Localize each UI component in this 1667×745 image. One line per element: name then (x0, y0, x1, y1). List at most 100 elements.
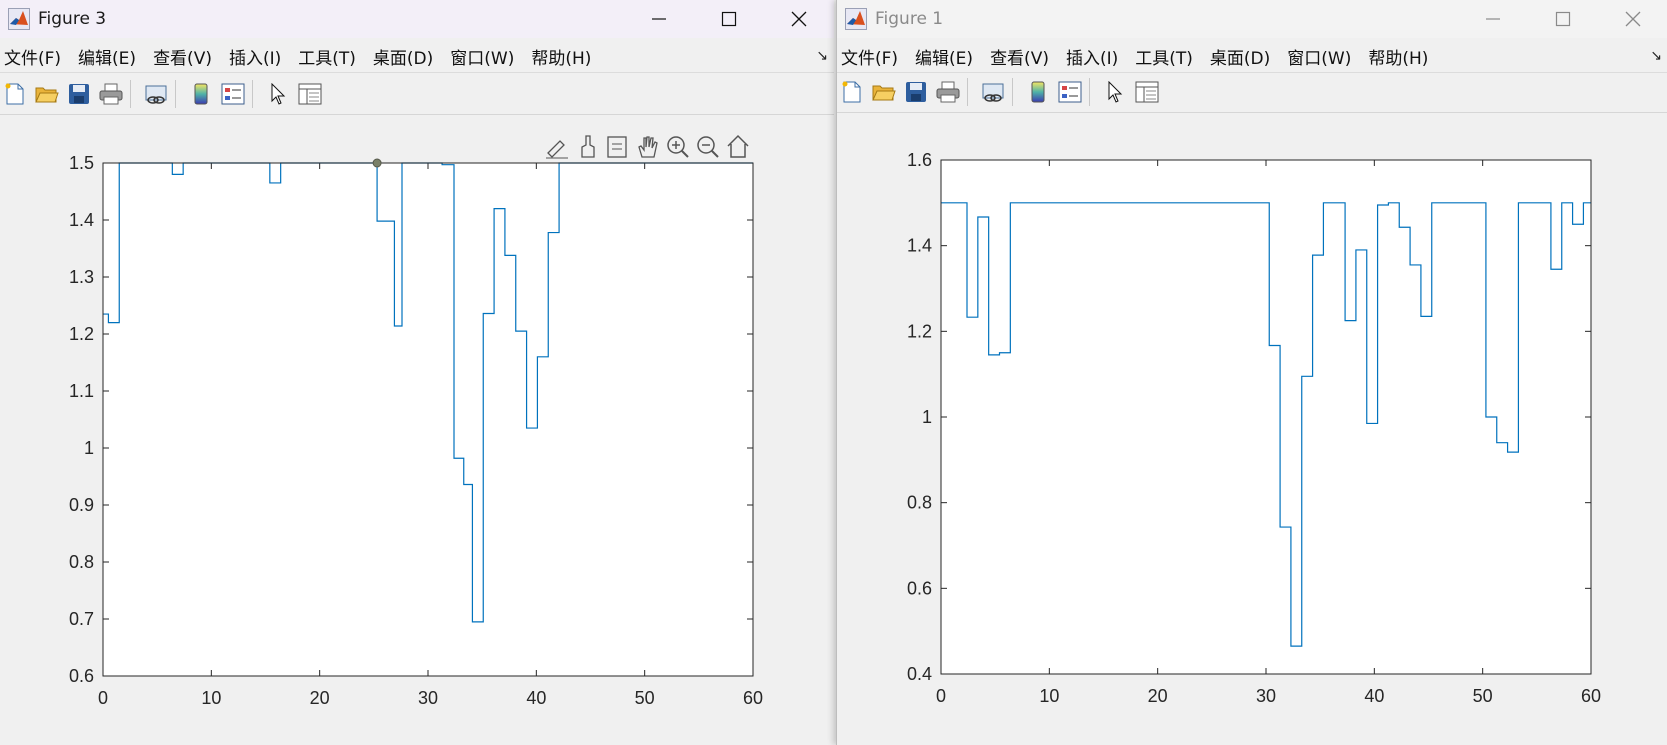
insert-legend-button[interactable] (220, 81, 246, 107)
insert-colorbar-button[interactable] (1025, 79, 1051, 105)
x-tick-label: 20 (1148, 686, 1168, 706)
data-brush-icon[interactable] (581, 135, 595, 158)
x-tick-label: 50 (1473, 686, 1493, 706)
open-file-button[interactable] (34, 81, 60, 107)
menu-view[interactable]: 查看(V) (153, 44, 212, 69)
new-file-icon (5, 83, 24, 105)
toolbar-separator (175, 80, 176, 108)
datatip-marker[interactable] (372, 158, 382, 168)
colorbar-icon (194, 83, 208, 105)
menu-desktop[interactable]: 桌面(D) (373, 44, 433, 69)
new-figure-button[interactable] (839, 79, 865, 105)
insert-colorbar-button[interactable] (188, 81, 214, 107)
y-tick-label: 0.7 (69, 609, 94, 629)
save-button[interactable] (903, 79, 929, 105)
new-file-icon (842, 81, 861, 103)
brush-edit-icon[interactable] (546, 140, 568, 159)
menu-tools[interactable]: 工具(T) (298, 44, 356, 69)
figure-toolbar (0, 74, 834, 115)
link-plot-button[interactable] (143, 81, 169, 107)
toolbar-separator (1012, 78, 1013, 106)
link-icon (145, 85, 167, 104)
maximize-button[interactable] (694, 0, 764, 38)
y-tick-label: 1.1 (69, 381, 94, 401)
figure1-window: Figure 1 文件(F) 编辑(E) 查看(V) 插入(I) 工具(T) 桌… (836, 0, 1667, 745)
menu-insert[interactable]: 插入(I) (1066, 44, 1118, 69)
toolbar-separator (252, 80, 253, 108)
y-tick-label: 0.4 (907, 664, 932, 684)
y-tick-label: 0.8 (907, 493, 932, 513)
menu-window[interactable]: 窗口(W) (1287, 44, 1351, 69)
pointer-icon (271, 83, 286, 105)
x-tick-label: 10 (1039, 686, 1059, 706)
menu-window[interactable]: 窗口(W) (450, 44, 514, 69)
figure3-window: Figure 3 文件(F) 编辑(E) 查看(V) 插入(I) 工具(T) 桌… (0, 0, 834, 745)
y-tick-label: 1 (84, 438, 94, 458)
legend-icon (221, 83, 245, 105)
edit-plot-button[interactable] (1102, 79, 1128, 105)
print-button[interactable] (935, 79, 961, 105)
menu-help[interactable]: 帮助(H) (531, 44, 591, 69)
link-icon (982, 83, 1004, 102)
matlab-logo-icon (845, 8, 867, 30)
figure3-titlebar[interactable]: Figure 3 (0, 0, 834, 38)
figure1-plot[interactable]: 0 10 20 30 40 50 60 0.4 0.6 0.8 1 1.2 1.4 1.6 (837, 112, 1667, 742)
dock-arrow-icon[interactable]: ↘ (1650, 48, 1662, 64)
save-button[interactable] (66, 81, 92, 107)
toolbar-separator (130, 80, 131, 108)
figure1-titlebar[interactable]: Figure 1 (837, 0, 1667, 38)
y-tick-label: 1 (922, 407, 932, 427)
minimize-button[interactable] (624, 0, 694, 38)
y-tick-label: 1.4 (69, 210, 94, 230)
new-figure-button[interactable] (2, 81, 28, 107)
menu-file[interactable]: 文件(F) (4, 44, 61, 69)
figure-toolbar (837, 72, 1667, 113)
menubar: 文件(F) 编辑(E) 查看(V) 插入(I) 工具(T) 桌面(D) 窗口(W… (837, 40, 1667, 73)
y-tick-label: 1.6 (907, 150, 932, 170)
y-tick-label: 1.2 (907, 321, 932, 341)
property-inspector-button[interactable] (297, 81, 323, 107)
window-title: Figure 3 (38, 9, 107, 29)
y-tick-label: 1.2 (69, 324, 94, 344)
zoom-in-icon[interactable] (667, 136, 689, 158)
pan-hand-icon[interactable] (638, 136, 658, 158)
matlab-logo-icon (8, 8, 30, 30)
save-icon (69, 84, 89, 104)
x-tick-label: 10 (201, 688, 221, 708)
home-icon[interactable] (727, 134, 749, 158)
menu-insert[interactable]: 插入(I) (229, 44, 281, 69)
zoom-out-icon[interactable] (697, 136, 719, 158)
maximize-button[interactable] (1528, 0, 1598, 38)
minimize-button[interactable] (1458, 0, 1528, 38)
insert-legend-button[interactable] (1057, 79, 1083, 105)
menu-help[interactable]: 帮助(H) (1368, 44, 1428, 69)
print-icon (936, 81, 960, 103)
print-icon (99, 83, 123, 105)
edit-plot-button[interactable] (265, 81, 291, 107)
menu-desktop[interactable]: 桌面(D) (1210, 44, 1270, 69)
x-tick-label: 50 (635, 688, 655, 708)
y-tick-label: 0.9 (69, 495, 94, 515)
menu-tools[interactable]: 工具(T) (1135, 44, 1193, 69)
y-tick-label: 0.6 (907, 578, 932, 598)
legend-icon (1058, 81, 1082, 103)
save-icon (906, 82, 926, 102)
menu-view[interactable]: 查看(V) (990, 44, 1049, 69)
print-button[interactable] (98, 81, 124, 107)
close-button[interactable] (764, 0, 834, 38)
close-button[interactable] (1598, 0, 1667, 38)
data-tips-icon[interactable] (607, 136, 627, 158)
menu-edit[interactable]: 编辑(E) (78, 44, 136, 69)
axes-background (103, 163, 753, 676)
link-plot-button[interactable] (980, 79, 1006, 105)
y-tick-label: 1.5 (69, 153, 94, 173)
maximize-icon (721, 11, 737, 27)
dock-arrow-icon[interactable]: ↘ (816, 48, 828, 64)
figure3-plot[interactable]: 0 10 20 30 40 50 60 0.6 0.7 0.8 0.9 1 1.1 1.2 1.3 1.4 1.… (0, 115, 834, 725)
colorbar-icon (1031, 81, 1045, 103)
property-inspector-button[interactable] (1134, 79, 1160, 105)
menu-file[interactable]: 文件(F) (841, 44, 898, 69)
x-tick-label: 0 (936, 686, 946, 706)
open-file-button[interactable] (871, 79, 897, 105)
menu-edit[interactable]: 编辑(E) (915, 44, 973, 69)
